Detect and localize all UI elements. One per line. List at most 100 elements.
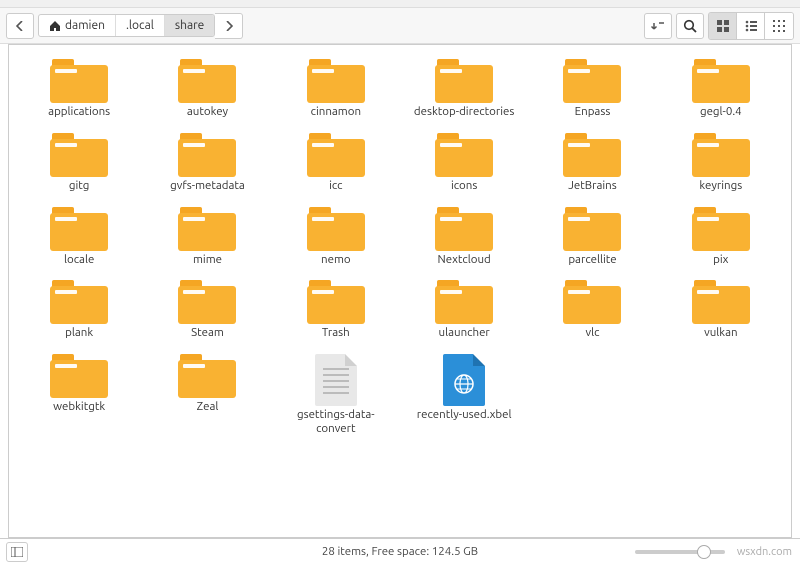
breadcrumb-item[interactable]: damien xyxy=(39,15,116,36)
item-label: gsettings-​data-​convert xyxy=(281,408,391,436)
item-label: autokey xyxy=(187,105,228,119)
folder-icon xyxy=(435,280,493,324)
folder-item[interactable]: gegl-​0.​4 xyxy=(657,55,785,123)
location-toggle-button[interactable] xyxy=(644,13,672,39)
folder-item[interactable]: Zeal xyxy=(143,350,271,440)
item-label: nemo xyxy=(321,253,351,267)
forward-button[interactable] xyxy=(215,13,243,39)
folder-item[interactable]: plank xyxy=(15,276,143,344)
item-label: cinnamon xyxy=(311,105,361,119)
folder-item[interactable]: Enpass xyxy=(528,55,656,123)
item-label: webkitgtk xyxy=(53,400,105,414)
folder-item[interactable]: nemo xyxy=(272,203,400,271)
item-label: Nextcloud xyxy=(438,253,491,267)
folder-item[interactable]: locale xyxy=(15,203,143,271)
toolbar: damien.localshare xyxy=(0,8,800,44)
item-label: locale xyxy=(64,253,94,267)
folder-icon xyxy=(692,207,750,251)
search-button[interactable] xyxy=(676,13,704,39)
file-view[interactable]: applications autokey cinnamon desktop-​dire… xyxy=(8,44,792,538)
search-icon xyxy=(683,19,697,33)
folder-icon xyxy=(50,133,108,177)
breadcrumb-item[interactable]: .local xyxy=(116,15,165,36)
list-view-button[interactable] xyxy=(737,13,765,39)
folder-item[interactable]: autokey xyxy=(143,55,271,123)
folder-item[interactable]: gitg xyxy=(15,129,143,197)
folder-item[interactable]: ulauncher xyxy=(400,276,528,344)
folder-icon xyxy=(307,133,365,177)
item-label: Enpass xyxy=(575,105,611,119)
folder-item[interactable]: Steam xyxy=(143,276,271,344)
item-label: JetBrains xyxy=(568,179,616,193)
folder-icon xyxy=(50,59,108,103)
statusbar: 28 items, Free space: 124.5 GB wsxdn.com xyxy=(0,538,800,564)
chevron-left-icon xyxy=(16,21,24,31)
folder-icon xyxy=(563,280,621,324)
folder-item[interactable]: icc xyxy=(272,129,400,197)
folder-icon xyxy=(435,133,493,177)
folder-icon xyxy=(307,59,365,103)
folder-item[interactable]: Trash xyxy=(272,276,400,344)
folder-item[interactable]: desktop-​directories xyxy=(400,55,528,123)
folder-item[interactable]: vlc xyxy=(528,276,656,344)
view-switcher xyxy=(708,12,794,40)
folder-icon xyxy=(307,280,365,324)
item-label: icons xyxy=(451,179,477,193)
folder-icon xyxy=(307,207,365,251)
back-button[interactable] xyxy=(6,13,34,39)
folder-icon xyxy=(178,354,236,398)
folder-icon xyxy=(50,354,108,398)
file-item[interactable]: gsettings-​data-​convert xyxy=(272,350,400,440)
item-label: gegl-​0.​4 xyxy=(700,105,742,119)
item-label: icc xyxy=(329,179,342,193)
compact-view-button[interactable] xyxy=(765,13,793,39)
file-item[interactable]: recently-​used.​xbel xyxy=(400,350,528,440)
folder-item[interactable]: JetBrains xyxy=(528,129,656,197)
folder-item[interactable]: applications xyxy=(15,55,143,123)
folder-icon xyxy=(692,59,750,103)
folder-icon xyxy=(692,280,750,324)
item-label: plank xyxy=(65,326,93,340)
folder-icon xyxy=(50,207,108,251)
folder-icon xyxy=(692,133,750,177)
zoom-thumb[interactable] xyxy=(697,545,711,559)
folder-item[interactable]: mime xyxy=(143,203,271,271)
status-text: 28 items, Free space: 124.5 GB xyxy=(322,545,478,558)
item-label: gvfs-​metadata xyxy=(170,179,245,193)
item-label: applications xyxy=(48,105,110,119)
zoom-slider[interactable] xyxy=(635,550,725,554)
web-file-icon xyxy=(443,354,485,406)
folder-icon xyxy=(178,280,236,324)
icon-view-button[interactable] xyxy=(709,13,737,39)
item-label: parcellite xyxy=(568,253,616,267)
grid-icon xyxy=(717,20,729,32)
show-sidebar-button[interactable] xyxy=(6,542,28,562)
item-label: mime xyxy=(193,253,222,267)
folder-icon xyxy=(178,133,236,177)
compact-icon xyxy=(773,20,785,32)
folder-item[interactable]: keyrings xyxy=(657,129,785,197)
breadcrumb: damien.localshare xyxy=(38,14,215,37)
folder-icon xyxy=(178,59,236,103)
folder-item[interactable]: pix xyxy=(657,203,785,271)
folder-item[interactable]: vulkan xyxy=(657,276,785,344)
item-label: vlc xyxy=(586,326,600,340)
folder-item[interactable]: gvfs-​metadata xyxy=(143,129,271,197)
list-icon xyxy=(745,20,757,32)
folder-icon xyxy=(435,207,493,251)
folder-icon xyxy=(178,207,236,251)
menubar: Go Bookmarks Help xyxy=(0,0,800,8)
item-label: recently-​used.​xbel xyxy=(417,408,512,422)
folder-item[interactable]: cinnamon xyxy=(272,55,400,123)
folder-item[interactable]: parcellite xyxy=(528,203,656,271)
folder-icon xyxy=(563,59,621,103)
item-label: Steam xyxy=(191,326,224,340)
folder-item[interactable]: webkitgtk xyxy=(15,350,143,440)
folder-item[interactable]: icons xyxy=(400,129,528,197)
folder-icon xyxy=(563,133,621,177)
folder-icon xyxy=(50,280,108,324)
sidebar-icon xyxy=(11,547,23,557)
folder-item[interactable]: Nextcloud xyxy=(400,203,528,271)
folder-icon xyxy=(435,59,493,103)
breadcrumb-item[interactable]: share xyxy=(165,15,214,36)
